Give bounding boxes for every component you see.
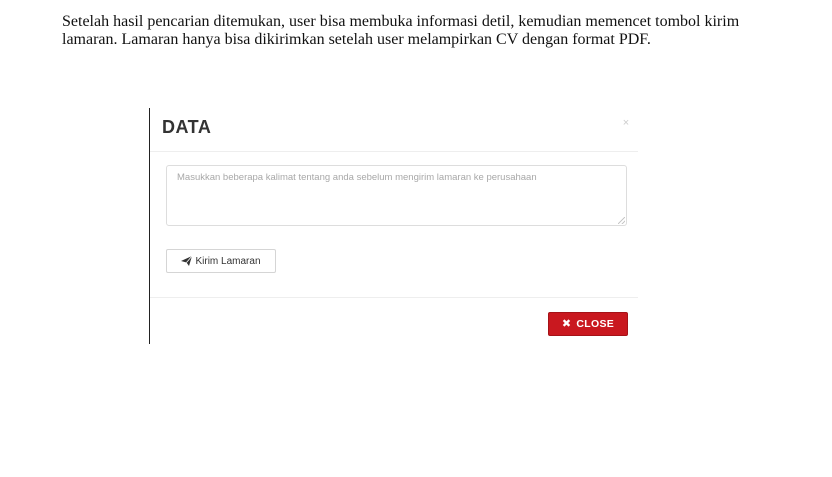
- modal-header: DATA ×: [150, 108, 638, 152]
- kirim-lamaran-button[interactable]: Kirim Lamaran: [166, 249, 276, 273]
- close-button-label: CLOSE: [576, 318, 615, 330]
- resize-handle-icon[interactable]: [618, 217, 625, 224]
- close-button[interactable]: ✖ CLOSE: [548, 312, 628, 336]
- modal-dialog: DATA × Kirim Lamaran ✖ CLOSE: [150, 108, 638, 344]
- modal-footer: ✖ CLOSE: [150, 297, 638, 345]
- close-icon: ✖: [561, 317, 572, 330]
- modal-title: DATA: [162, 117, 212, 137]
- message-textarea-wrapper: [166, 165, 627, 226]
- send-icon: [181, 256, 193, 266]
- modal-close-icon[interactable]: ×: [620, 117, 632, 129]
- kirim-lamaran-label: Kirim Lamaran: [195, 255, 261, 267]
- document-paragraph: Setelah hasil pencarian ditemukan, user …: [62, 13, 740, 48]
- message-textarea[interactable]: [167, 166, 626, 225]
